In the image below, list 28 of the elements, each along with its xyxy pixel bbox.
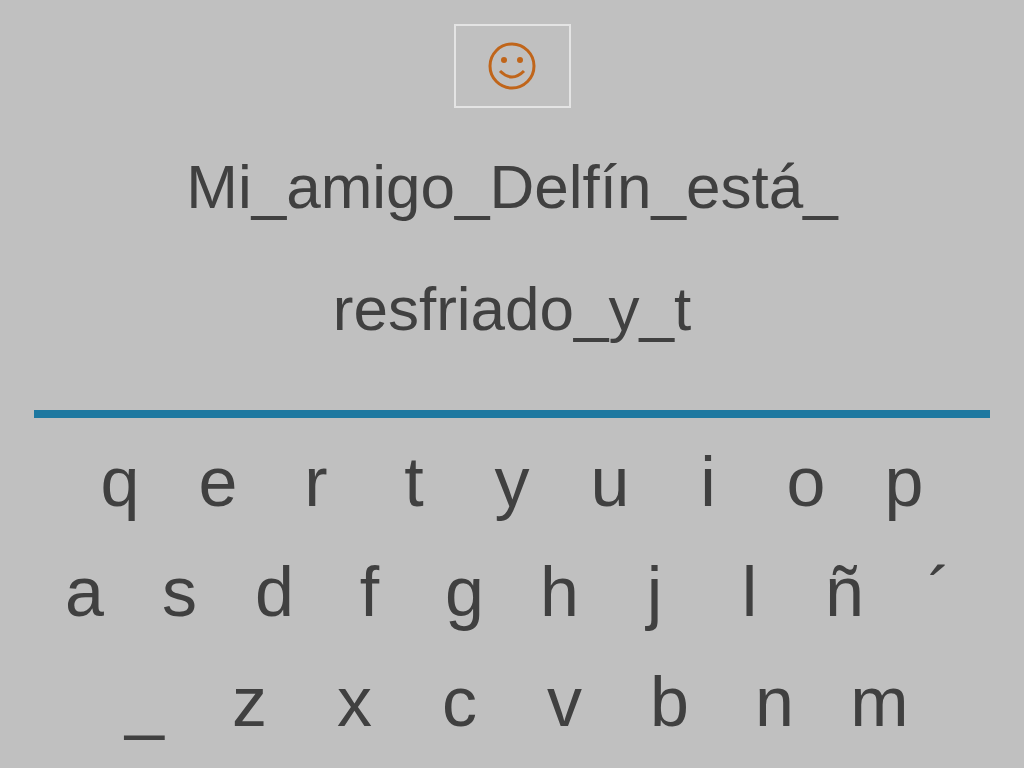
letter-key[interactable]: h	[512, 552, 607, 632]
letter-key[interactable]: ñ	[797, 552, 892, 632]
letter-key[interactable]: p	[855, 442, 953, 522]
letter-key[interactable]: x	[302, 662, 407, 742]
letter-key[interactable]: g	[417, 552, 512, 632]
smiley-icon	[487, 41, 537, 91]
letter-key[interactable]: f	[322, 552, 417, 632]
letter-key[interactable]: e	[169, 442, 267, 522]
letter-key[interactable]: a	[37, 552, 132, 632]
letter-key[interactable]: ´	[892, 552, 987, 632]
letter-key[interactable]: c	[407, 662, 512, 742]
letter-key[interactable]: m	[827, 662, 932, 742]
letter-key[interactable]: l	[702, 552, 797, 632]
letter-key[interactable]: v	[512, 662, 617, 742]
letter-key[interactable]: y	[463, 442, 561, 522]
letter-key[interactable]: q	[71, 442, 169, 522]
letter-key[interactable]: u	[561, 442, 659, 522]
letter-key[interactable]: b	[617, 662, 722, 742]
letter-key[interactable]: o	[757, 442, 855, 522]
letter-key[interactable]: r	[267, 442, 365, 522]
letter-key[interactable]: s	[132, 552, 227, 632]
letter-key[interactable]: n	[722, 662, 827, 742]
letter-key[interactable]: d	[227, 552, 322, 632]
letter-key[interactable]: z	[197, 662, 302, 742]
letter-key[interactable]: j	[607, 552, 702, 632]
letter-key[interactable]: i	[659, 442, 757, 522]
letter-key[interactable]: t	[365, 442, 463, 522]
letter-key[interactable]: _	[92, 662, 197, 742]
